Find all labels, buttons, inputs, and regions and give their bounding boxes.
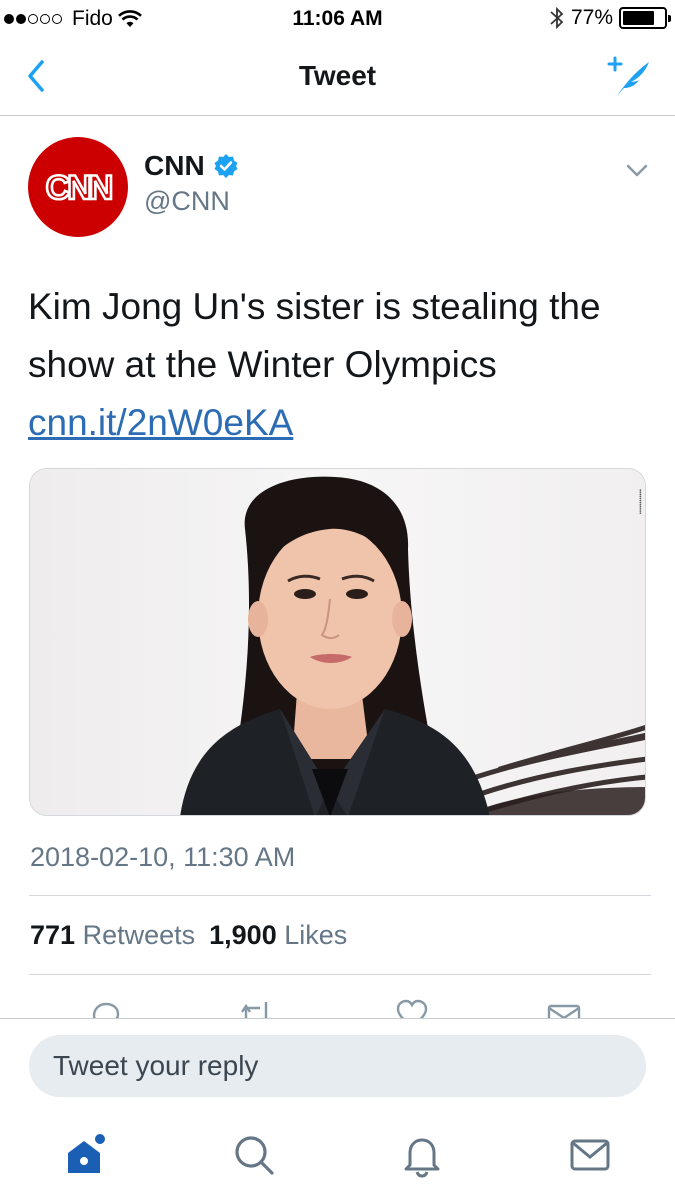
- verified-badge-icon: [214, 154, 238, 178]
- cnn-logo: CNN: [44, 168, 116, 209]
- tweet-text: Kim Jong Un's sister is stealing the sho…: [28, 278, 653, 452]
- portrait-photo: ••••••••••••: [30, 469, 645, 815]
- tweet-actions: [0, 990, 675, 1020]
- messages-icon[interactable]: [566, 1131, 614, 1179]
- search-icon[interactable]: [230, 1131, 278, 1179]
- tweet-body: Kim Jong Un's sister is stealing the sho…: [28, 286, 601, 385]
- tweet-link[interactable]: cnn.it/2nW0eKA: [28, 402, 293, 443]
- svg-text:••••••••••••: ••••••••••••: [636, 489, 642, 514]
- retweets-stat[interactable]: 771 Retweets: [30, 920, 195, 951]
- like-icon[interactable]: [394, 998, 430, 1020]
- share-icon[interactable]: [546, 998, 582, 1020]
- nav-bar: Tweet: [0, 38, 675, 116]
- home-icon[interactable]: [62, 1131, 110, 1179]
- engagement-stats: 771 Retweets 1,900 Likes: [30, 920, 347, 951]
- retweet-icon[interactable]: [238, 998, 274, 1020]
- divider: [29, 974, 651, 975]
- reply-icon[interactable]: [88, 998, 124, 1020]
- battery-percent: 77%: [570, 6, 613, 29]
- bluetooth-icon: [550, 6, 564, 30]
- author-handle[interactable]: @CNN: [144, 186, 230, 217]
- chevron-down-icon[interactable]: [625, 160, 649, 180]
- battery-level: [623, 11, 654, 25]
- author-name[interactable]: CNN: [144, 150, 205, 182]
- tab-bar: [0, 1125, 675, 1195]
- retweets-label: Retweets: [82, 920, 196, 950]
- likes-count: 1,900: [209, 920, 277, 950]
- author-name-row[interactable]: CNN: [144, 150, 239, 182]
- status-right: 77%: [549, 6, 671, 30]
- likes-label: Likes: [284, 920, 348, 950]
- status-bar: Fido 11:06 AM 77%: [0, 0, 675, 38]
- tweet-timestamp: 2018-02-10, 11:30 AM: [30, 842, 296, 872]
- avatar-text: CNN: [46, 169, 112, 207]
- compose-tweet-icon[interactable]: [605, 54, 653, 100]
- battery-icon: [619, 7, 671, 29]
- avatar[interactable]: CNN: [28, 137, 128, 237]
- tweet-media-image[interactable]: ••••••••••••: [29, 468, 646, 816]
- divider: [29, 895, 651, 896]
- retweets-count: 771: [30, 920, 76, 950]
- notifications-icon[interactable]: [398, 1131, 446, 1179]
- likes-stat[interactable]: 1,900 Likes: [209, 920, 347, 951]
- page-title: Tweet: [298, 60, 377, 91]
- reply-input[interactable]: Tweet your reply: [29, 1035, 646, 1097]
